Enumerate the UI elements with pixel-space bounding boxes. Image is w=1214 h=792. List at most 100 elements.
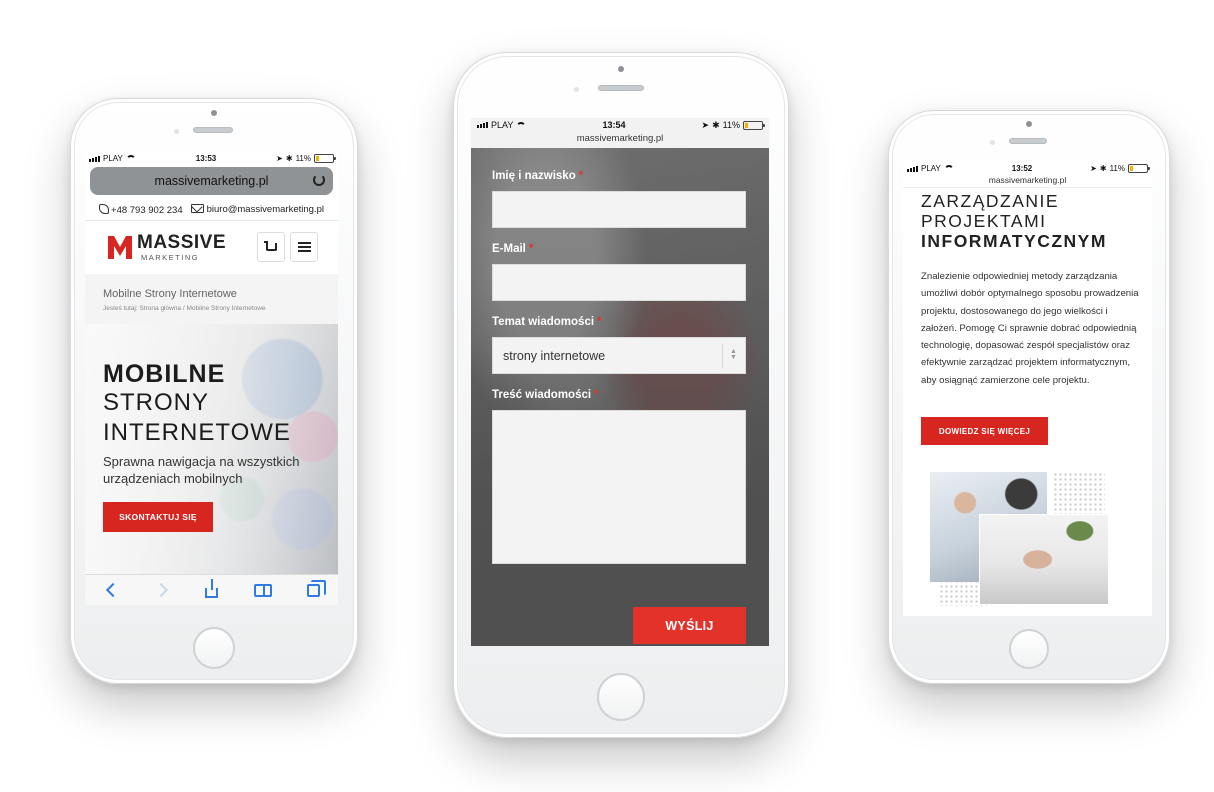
proximity-sensor — [990, 140, 995, 145]
logo-subtitle: MARKETING — [141, 253, 200, 262]
submit-button[interactable]: WYŚLIJ — [633, 607, 746, 644]
signal-icon — [907, 165, 918, 172]
required-mark: * — [597, 316, 602, 328]
front-camera — [1026, 121, 1032, 127]
section-body: Znalezienie odpowiedniej metody zarządza… — [921, 271, 1139, 386]
proximity-sensor — [574, 87, 579, 92]
wifi-icon — [125, 155, 136, 162]
volume-up-button — [451, 225, 454, 265]
subject-label: Temat wiadomości * — [492, 316, 602, 328]
home-button[interactable] — [193, 627, 235, 669]
subject-value: strony internetowe — [503, 349, 606, 363]
hero-subtitle: Sprawna nawigacja na wszystkich urządzen… — [103, 454, 300, 486]
clock: 13:52 — [1011, 164, 1033, 173]
name-field[interactable] — [492, 191, 746, 228]
section-title-line3: INFORMATYCZNYM — [921, 231, 1107, 251]
hero-banner: MOBILNE STRONY INTERNETOWE Sprawna nawig… — [85, 324, 338, 574]
url-text[interactable]: massivemarketing.pl — [903, 174, 1152, 188]
home-button[interactable] — [1009, 629, 1049, 669]
status-bar: PLAY 13:53 ➤ ✱ 11% — [85, 152, 338, 165]
proximity-sensor — [174, 129, 179, 134]
volume-down-button — [451, 275, 454, 315]
screen-center: PLAY 13:54 ➤ ✱ 11% massivemarketing.pl I… — [471, 118, 769, 646]
reload-icon[interactable] — [313, 174, 325, 186]
message-label: Treść wiadomości * — [492, 389, 599, 401]
logo-icon[interactable] — [107, 234, 133, 260]
office-photo-desk — [979, 514, 1109, 605]
bluetooth-icon: ✱ — [1099, 164, 1107, 173]
battery-icon — [313, 154, 336, 163]
select-arrows-icon: ▲ ▼ — [730, 348, 737, 361]
name-label: Imię i nazwisko * — [492, 170, 584, 182]
battery-percent: 11% — [295, 154, 311, 163]
earpiece-speaker — [1009, 138, 1047, 144]
breadcrumb-path[interactable]: Jesteś tutaj: Strona główna / Mobilne St… — [103, 305, 266, 312]
cart-icon — [263, 241, 277, 251]
clock: 13:53 — [195, 154, 217, 163]
required-mark: * — [578, 170, 584, 182]
breadcrumb: Mobilne Strony Internetowe Jesteś tutaj:… — [85, 274, 338, 324]
bookmarks-icon[interactable] — [253, 583, 272, 597]
email-link[interactable]: biuro@massivemarketing.pl — [190, 204, 324, 215]
page-title: Mobilne Strony Internetowe — [103, 288, 237, 300]
wifi-icon — [516, 121, 527, 129]
logo-name[interactable]: MASSIVE — [137, 232, 226, 254]
carrier-name: PLAY — [921, 164, 941, 173]
contact-button[interactable]: SKONTAKTUJ SIĘ — [103, 502, 213, 532]
tabs-icon[interactable] — [307, 579, 327, 597]
signal-icon — [89, 155, 100, 162]
contact-bar: +48 793 902 234 biuro@massivemarketing.p… — [85, 199, 338, 221]
url-text[interactable]: massivemarketing.pl — [471, 132, 769, 148]
mail-icon — [190, 204, 204, 213]
required-mark: * — [594, 389, 599, 401]
bluetooth-icon: ✱ — [712, 119, 720, 130]
earpiece-speaker — [193, 127, 233, 133]
clock: 13:54 — [602, 120, 626, 130]
mute-switch — [886, 229, 889, 251]
url-text: massivemarketing.pl — [154, 174, 269, 188]
share-icon[interactable] — [205, 578, 219, 598]
carrier-name: PLAY — [491, 120, 514, 130]
subject-select[interactable]: strony internetowe ▲ ▼ — [492, 337, 746, 374]
phone-link[interactable]: +48 793 902 234 — [99, 203, 183, 216]
earpiece-speaker — [598, 85, 644, 91]
carrier-name: PLAY — [103, 154, 123, 163]
section-title-line2: PROJEKTAMI — [921, 211, 1047, 231]
select-divider — [722, 344, 723, 368]
phone-icon — [99, 203, 110, 214]
mute-switch — [68, 219, 71, 241]
location-icon: ➤ — [1090, 164, 1097, 173]
volume-down-button — [68, 304, 71, 340]
status-bar: PLAY 13:54 ➤ ✱ 11% — [471, 118, 769, 132]
required-mark: * — [528, 243, 534, 255]
volume-down-button — [886, 311, 889, 347]
screen-right: PLAY 13:52 ➤ ✱ 11% massivemarketing.pl Z… — [903, 162, 1152, 616]
hero-title-line2: STRONY — [103, 389, 210, 416]
section-title-line1: ZARZĄDZANIE — [921, 191, 1060, 211]
back-icon[interactable] — [103, 582, 119, 598]
email-field[interactable] — [492, 264, 746, 301]
signal-icon — [477, 122, 488, 128]
home-button[interactable] — [597, 673, 645, 721]
battery-percent: 11% — [1109, 164, 1125, 173]
hero-title-line3: INTERNETOWE — [103, 419, 291, 446]
address-bar[interactable]: massivemarketing.pl — [90, 167, 333, 195]
phone-number: +48 793 902 234 — [111, 204, 183, 216]
battery-icon — [1127, 164, 1150, 173]
battery-icon — [743, 120, 765, 130]
screen-left: PLAY 13:53 ➤ ✱ 11% massivemarketing.pl +… — [85, 152, 338, 605]
front-camera — [618, 66, 624, 72]
forward-icon[interactable] — [154, 582, 170, 598]
menu-button[interactable] — [290, 232, 318, 262]
location-icon: ➤ — [701, 119, 710, 130]
list-icon — [297, 242, 311, 252]
learn-more-button[interactable]: DOWIEDZ SIĘ WIĘCEJ — [921, 417, 1048, 445]
cart-button[interactable] — [257, 232, 285, 262]
battery-percent: 11% — [722, 120, 740, 130]
message-textarea[interactable] — [492, 410, 746, 564]
site-header: MASSIVE MARKETING — [85, 222, 338, 274]
volume-up-button — [886, 267, 889, 303]
wifi-icon — [943, 165, 954, 172]
bluetooth-icon: ✱ — [285, 154, 293, 163]
email-address: biuro@massivemarketing.pl — [206, 204, 324, 215]
